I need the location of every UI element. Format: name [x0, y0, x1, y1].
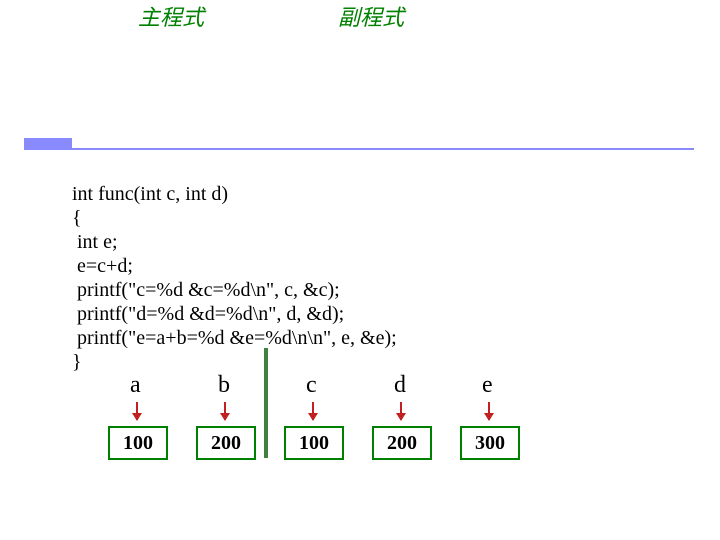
code-block: int func(int c, int d) { int e; e=c+d; p…: [72, 158, 397, 374]
code-line: printf("c=%d &c=%d\n", c, &c);: [72, 279, 340, 301]
code-line: printf("d=%d &d=%d\n", d, &d);: [72, 303, 344, 325]
code-line: {: [72, 207, 82, 229]
var-label-c: c: [306, 372, 317, 399]
slide-title-rule: [24, 148, 694, 150]
var-label-d: d: [394, 372, 406, 399]
arrow-down-icon: [312, 402, 314, 420]
label-sub-program: 副程式: [338, 0, 404, 32]
label-main-program: 主程式: [138, 0, 204, 32]
section-divider: [264, 348, 268, 458]
var-label-b: b: [218, 372, 230, 399]
arrow-down-icon: [136, 402, 138, 420]
arrow-down-icon: [400, 402, 402, 420]
code-line: int func(int c, int d): [72, 183, 228, 205]
arrow-down-icon: [488, 402, 490, 420]
arrow-down-icon: [224, 402, 226, 420]
slide-accent-bar: [24, 138, 72, 148]
code-line: e=c+d;: [72, 255, 133, 277]
value-box-b: 200: [196, 426, 256, 460]
value-box-a: 100: [108, 426, 168, 460]
value-box-d: 200: [372, 426, 432, 460]
code-line: }: [72, 351, 82, 373]
value-box-e: 300: [460, 426, 520, 460]
value-box-c: 100: [284, 426, 344, 460]
code-line: printf("e=a+b=%d &e=%d\n\n", e, &e);: [72, 327, 397, 349]
var-label-e: e: [482, 372, 493, 399]
code-line: int e;: [72, 231, 118, 253]
var-label-a: a: [130, 372, 141, 399]
